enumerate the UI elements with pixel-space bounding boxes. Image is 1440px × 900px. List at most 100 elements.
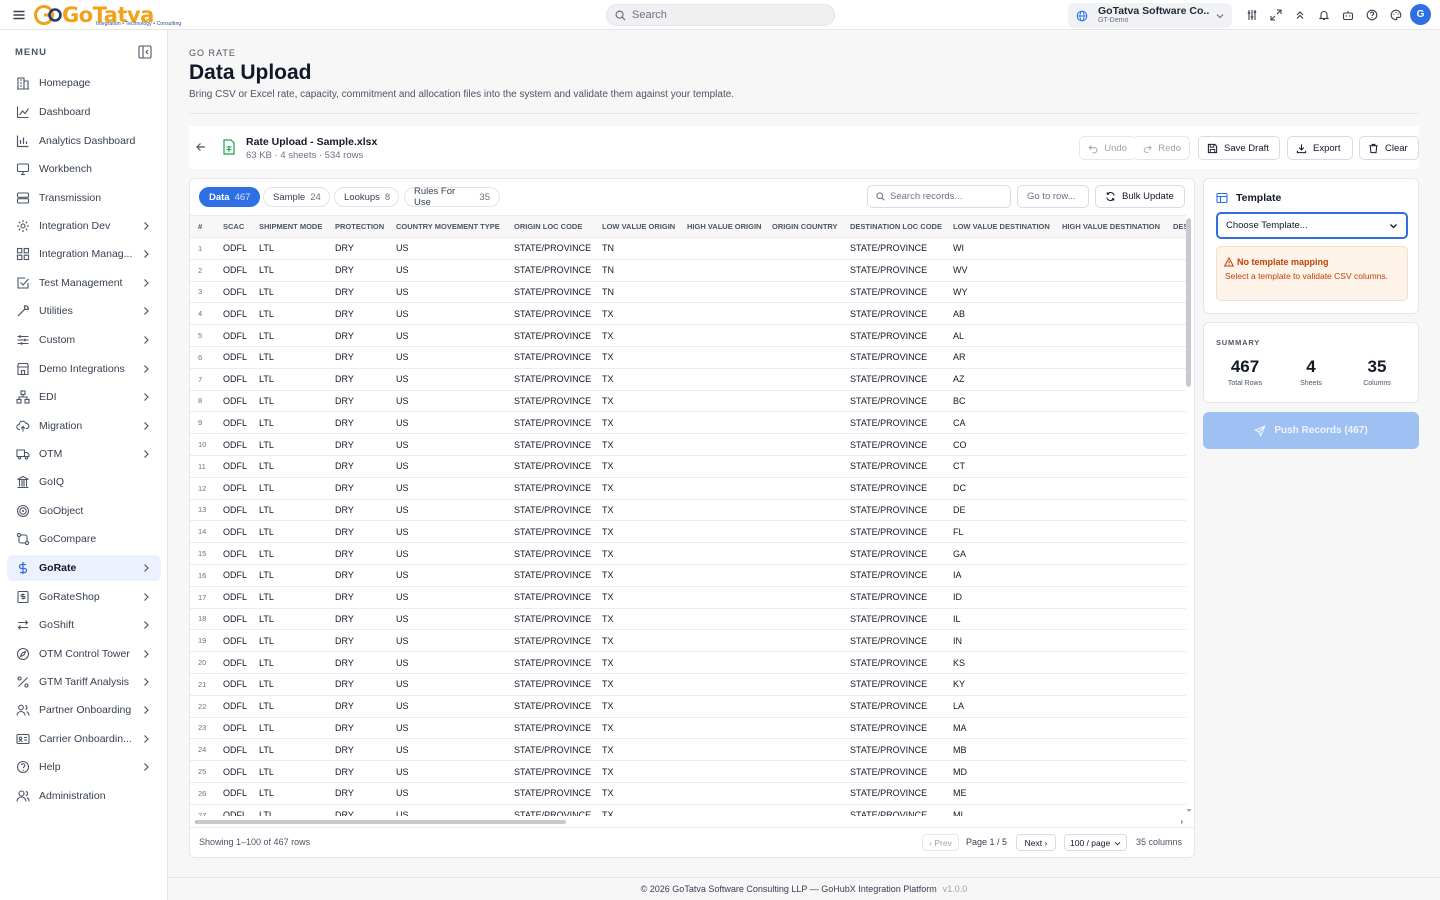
table-cell[interactable]: LTL <box>251 499 327 522</box>
table-cell[interactable]: STATE/PROVINCE <box>842 390 945 413</box>
table-cell[interactable]: STATE/PROVINCE <box>842 782 945 805</box>
table-row[interactable]: 21 ODFL LTL DRY US STATE/PROVINCE TX STATE/PROV… <box>190 673 1186 696</box>
sidebar-item-otm-control-tower[interactable]: OTM Control Tower <box>7 641 161 667</box>
table-cell[interactable] <box>764 411 842 435</box>
table-cell[interactable] <box>679 520 764 544</box>
table-cell[interactable]: STATE/PROVINCE <box>842 411 945 435</box>
table-cell[interactable] <box>679 368 764 391</box>
table-cell[interactable]: US <box>388 520 506 544</box>
table-cell[interactable]: STATE/PROVINCE <box>842 346 945 369</box>
table-cell[interactable]: TX <box>594 760 679 783</box>
table-cell[interactable]: TX <box>594 673 679 696</box>
table-cell[interactable]: TX <box>594 368 679 391</box>
table-cell[interactable]: US <box>388 608 506 631</box>
table-cell[interactable]: DRY <box>327 259 388 282</box>
sidebar-item-administration[interactable]: Administration <box>7 783 161 809</box>
table-cell[interactable]: TX <box>594 477 679 500</box>
table-cell[interactable] <box>1165 738 1186 762</box>
table-cell[interactable]: STATE/PROVINCE <box>842 499 945 522</box>
table-cell[interactable]: TX <box>594 586 679 609</box>
table-cell[interactable]: ODFL <box>215 281 251 304</box>
sidebar-item-goiq[interactable]: GoIQ <box>7 469 161 495</box>
table-cell[interactable]: TN <box>594 259 679 282</box>
table-cell[interactable]: ODFL <box>215 717 251 740</box>
table-cell[interactable]: LTL <box>251 804 327 816</box>
palette-icon[interactable] <box>1388 7 1404 23</box>
table-cell[interactable] <box>679 564 764 587</box>
sidebar-item-gorateshop[interactable]: GoRateShop <box>7 584 161 610</box>
table-row[interactable]: 12 ODFL LTL DRY US STATE/PROVINCE TX STATE/PROV… <box>190 477 1186 500</box>
table-cell[interactable]: ODFL <box>215 738 251 762</box>
expand-icon[interactable] <box>1268 7 1284 23</box>
table-cell[interactable] <box>1165 281 1186 304</box>
table-cell[interactable] <box>764 302 842 326</box>
table-cell[interactable]: LTL <box>251 520 327 544</box>
table-cell[interactable]: US <box>388 477 506 500</box>
sidebar-item-migration[interactable]: Migration <box>7 413 161 439</box>
tab-rules-for-use[interactable]: Rules For Use 35 <box>404 186 500 208</box>
table-cell[interactable]: AB <box>945 302 1054 326</box>
sidebar-item-custom[interactable]: Custom <box>7 327 161 353</box>
table-cell[interactable]: STATE/PROVINCE <box>842 608 945 631</box>
vertical-scroll-thumb[interactable] <box>1186 219 1191 387</box>
table-cell[interactable]: STATE/PROVINCE <box>506 390 594 413</box>
table-cell[interactable]: ODFL <box>215 455 251 478</box>
table-cell[interactable]: LTL <box>251 673 327 696</box>
table-cell[interactable]: STATE/PROVINCE <box>506 324 594 347</box>
table-cell[interactable] <box>1054 673 1165 696</box>
table-cell[interactable] <box>764 477 842 500</box>
table-cell[interactable]: STATE/PROVINCE <box>506 586 594 609</box>
table-cell[interactable]: ODFL <box>215 324 251 347</box>
table-cell[interactable] <box>1054 346 1165 369</box>
table-cell[interactable]: US <box>388 760 506 783</box>
table-cell[interactable] <box>679 259 764 282</box>
table-cell[interactable]: ODFL <box>215 651 251 674</box>
table-cell[interactable] <box>1054 324 1165 347</box>
table-cell[interactable]: TX <box>594 651 679 674</box>
column-header[interactable]: ORIGIN COUNTRY <box>764 215 842 238</box>
table-cell[interactable]: STATE/PROVINCE <box>842 324 945 347</box>
table-cell[interactable]: LTL <box>251 586 327 609</box>
table-cell[interactable]: AL <box>945 324 1054 347</box>
table-cell[interactable] <box>679 629 764 653</box>
table-cell[interactable] <box>679 455 764 478</box>
column-header[interactable]: DESTINATION COUNTRY <box>1165 215 1186 238</box>
tab-sample[interactable]: Sample 24 <box>263 187 330 207</box>
table-cell[interactable] <box>1165 564 1186 587</box>
table-cell[interactable]: FL <box>945 520 1054 544</box>
global-search[interactable]: Search <box>606 4 835 26</box>
table-cell[interactable]: US <box>388 586 506 609</box>
table-row[interactable]: 26 ODFL LTL DRY US STATE/PROVINCE TX STATE/PROV… <box>190 782 1186 805</box>
table-cell[interactable]: DRY <box>327 390 388 413</box>
table-cell[interactable]: LTL <box>251 368 327 391</box>
table-cell[interactable]: STATE/PROVINCE <box>842 738 945 762</box>
table-cell[interactable] <box>1165 368 1186 391</box>
table-cell[interactable]: ODFL <box>215 542 251 565</box>
table-cell[interactable]: ODFL <box>215 411 251 435</box>
sidebar-item-integration-dev[interactable]: Integration Dev <box>7 213 161 239</box>
table-cell[interactable]: STATE/PROVINCE <box>506 629 594 653</box>
table-cell[interactable]: ODFL <box>215 586 251 609</box>
table-cell[interactable]: TX <box>594 717 679 740</box>
table-cell[interactable]: LTL <box>251 346 327 369</box>
table-cell[interactable]: BC <box>945 390 1054 413</box>
table-cell[interactable]: US <box>388 695 506 718</box>
table-cell[interactable]: US <box>388 259 506 282</box>
table-row[interactable]: 3 ODFL LTL DRY US STATE/PROVINCE TN STATE/PROVI… <box>190 281 1186 304</box>
table-cell[interactable] <box>764 695 842 718</box>
table-cell[interactable] <box>1054 782 1165 805</box>
table-cell[interactable]: LTL <box>251 411 327 435</box>
table-cell[interactable]: LTL <box>251 302 327 326</box>
table-cell[interactable]: MB <box>945 738 1054 762</box>
table-cell[interactable] <box>1054 411 1165 435</box>
table-cell[interactable] <box>679 237 764 260</box>
table-cell[interactable] <box>764 608 842 631</box>
table-cell[interactable] <box>1054 281 1165 304</box>
table-cell[interactable]: US <box>388 302 506 326</box>
avatar[interactable]: G <box>1410 4 1431 25</box>
table-cell[interactable]: LTL <box>251 324 327 347</box>
table-cell[interactable] <box>764 673 842 696</box>
prev-page-button[interactable]: ‹ Prev <box>922 834 959 851</box>
back-arrow-icon[interactable] <box>195 141 207 153</box>
table-cell[interactable]: STATE/PROVINCE <box>506 564 594 587</box>
